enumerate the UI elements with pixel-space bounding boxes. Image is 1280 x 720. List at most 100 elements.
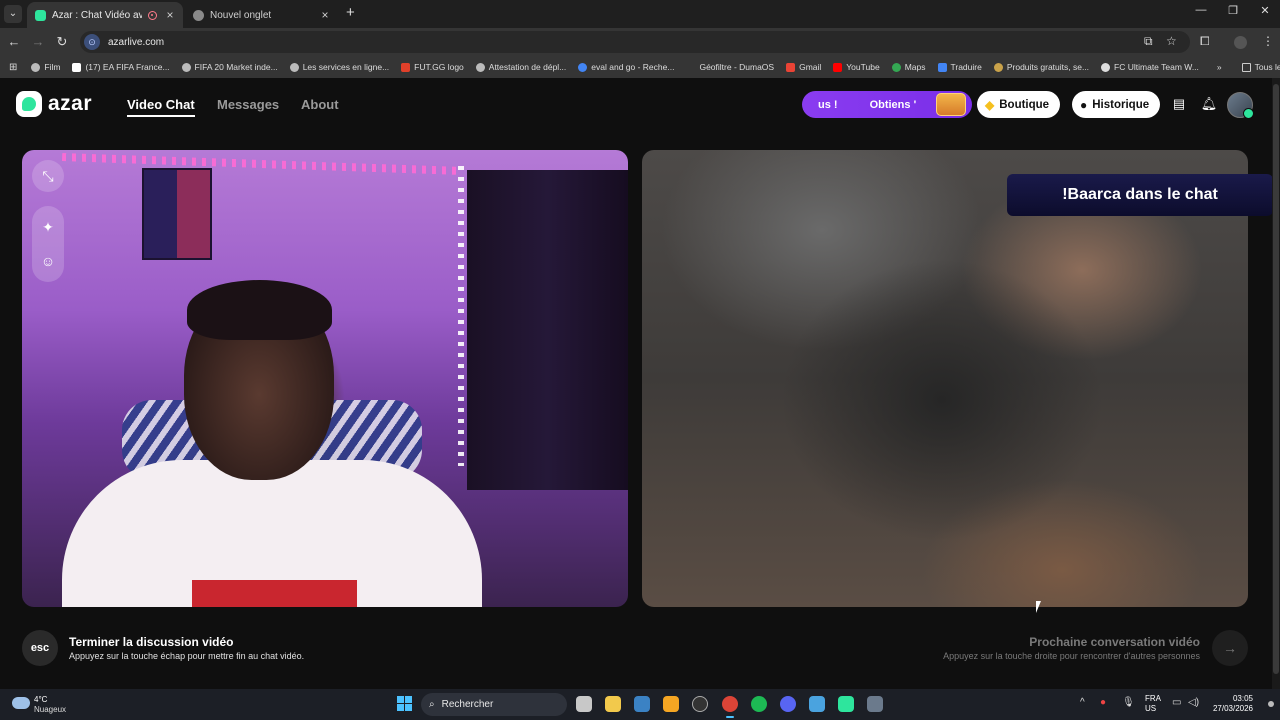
azar-app-icon[interactable] [838,696,854,712]
all-bookmarks[interactable]: Tous les favoris [1241,62,1280,72]
esc-button[interactable]: esc [22,630,58,666]
new-tab-button[interactable]: + [346,5,355,21]
notification-dot[interactable] [1268,701,1274,707]
address-bar[interactable]: ⊙ azarlive.com [80,31,1190,53]
windows-start-icon[interactable] [397,696,412,711]
bookmark-item[interactable]: YouTube [833,62,880,72]
globe-icon [475,62,485,72]
x-icon [72,62,82,72]
apps-grid-icon[interactable]: ⊞ [9,62,17,73]
tab-search-button[interactable]: ⌄ [4,5,22,23]
azar-logo[interactable]: azar [16,91,92,117]
menu-icon[interactable]: ⋮ [1262,34,1274,48]
extensions-icon[interactable]: ⧠ [1200,34,1210,49]
wall-poster [142,168,212,260]
profile-icon[interactable] [1234,36,1247,49]
magic-wand-icon[interactable]: ✦ [32,210,64,244]
bookmark-item[interactable]: Géofiltre - DumaOS [686,62,774,72]
next-arrow-button[interactable]: → [1212,630,1248,666]
lang-code: FRA [1145,694,1161,703]
translate-icon [937,62,947,72]
more-bookmarks-icon[interactable]: » [1217,62,1222,72]
bookmark-item[interactable]: FIFA 20 Market inde... [181,62,278,72]
browser-toolbar: ← → ↻ ⊙ azarlive.com ⧉ ☆ ⧠ ⋮ [0,28,1280,56]
maps-icon [891,62,901,72]
notification-bell-icon[interactable]: 🔔︎ [1197,92,1221,116]
language-indicator[interactable]: FRA US [1145,694,1161,714]
bookmark-item[interactable]: Film [31,62,60,72]
task-view-icon[interactable] [576,696,592,712]
globe-icon [31,62,41,72]
system-clock[interactable]: 03:05 27/03/2026 [1208,694,1253,714]
discord-icon[interactable] [780,696,796,712]
file-explorer-icon[interactable] [605,696,621,712]
bookmark-star-icon[interactable]: ☆ [1166,34,1177,48]
close-window-button[interactable]: ✕ [1250,4,1280,17]
spotify-icon[interactable] [751,696,767,712]
recording-icon [148,10,157,20]
browser-tab-strip: ⌄ Azar : Chat Vidéo avec de n × Nouvel o… [0,0,1280,28]
remote-video [642,150,1248,607]
geofiltre-icon [686,63,695,72]
promo-banner[interactable]: us ! Obtiens ' [802,91,972,118]
steam-icon[interactable] [692,696,708,712]
cloud-icon[interactable] [12,697,30,709]
tab-title: Nouvel onglet [210,9,272,21]
network-icon[interactable]: ▭ [1172,697,1181,708]
face-filter-icon[interactable]: ☺ [32,244,64,278]
bookmark-item[interactable]: Gmail [786,62,821,72]
bookmark-item[interactable]: Attestation de dépl... [475,62,566,72]
promo-text-left: us ! [818,98,838,111]
bookmark-item[interactable]: FC Ultimate Team W... [1101,62,1199,72]
bookmark-item[interactable]: Maps [891,62,926,72]
notepad-icon[interactable] [809,696,825,712]
app-icon[interactable] [663,696,679,712]
shirt-print [192,580,357,607]
show-hidden-icons[interactable]: ^ [1080,697,1085,708]
search-placeholder: Rechercher [441,699,494,710]
calculator-icon[interactable] [867,696,883,712]
bookmark-item[interactable]: Produits gratuits, se... [993,62,1089,72]
forward-button[interactable]: → [30,34,46,50]
person-hair [187,280,332,340]
user-avatar[interactable] [1227,92,1254,119]
folder-icon [1241,62,1251,72]
historique-button[interactable]: ● Historique [1072,91,1161,118]
chrome-favicon-icon [193,9,204,21]
minimize-video-icon[interactable]: ⤡ [32,160,64,192]
minimize-button[interactable]: — [1186,4,1216,16]
microphone-icon[interactable]: 🎙︎ [1122,697,1135,708]
bookmark-item[interactable]: eval and go - Reche... [578,62,674,72]
tray-app-icon[interactable]: ● [1100,697,1106,708]
site-info-icon[interactable]: ⊙ [84,34,100,50]
cast-icon[interactable]: ⧉ [1144,34,1153,49]
bookmark-item[interactable]: Traduire [937,62,982,72]
nav-about[interactable]: About [301,97,339,112]
futgg-icon [401,62,411,72]
scrollbar-thumb[interactable] [1273,84,1279,674]
nav-messages[interactable]: Messages [217,97,279,112]
search-icon: ⌕ [429,699,435,710]
close-tab-icon[interactable]: × [163,8,177,22]
chrome-icon[interactable] [722,696,738,718]
azar-logo-icon [16,91,42,117]
bookmark-item[interactable]: Les services en ligne... [289,62,389,72]
promo-text-right: Obtiens ' [869,98,917,111]
inventory-icon[interactable]: ▤ [1167,92,1191,116]
reload-button[interactable]: ↻ [54,34,70,50]
restore-button[interactable]: ❐ [1218,4,1248,17]
tab-azar[interactable]: Azar : Chat Vidéo avec de n × [27,2,183,28]
volume-icon[interactable]: ◁) [1188,697,1199,708]
tab-new-tab[interactable]: Nouvel onglet × [185,2,338,28]
nav-video-chat[interactable]: Video Chat [127,97,195,117]
boutique-button[interactable]: ◆ Boutique [977,91,1061,118]
bookmark-item[interactable]: (17) EA FIFA France... [72,62,170,72]
taskbar-search[interactable]: ⌕ Rechercher [421,693,567,716]
close-tab-icon[interactable]: × [318,8,332,22]
date: 27/03/2026 [1212,704,1253,713]
next-chat-hint: Appuyez sur la touche droite pour rencon… [943,651,1200,661]
bookmark-item[interactable]: FUT.GG logo [401,62,464,72]
store-icon[interactable] [634,696,650,712]
back-button[interactable]: ← [6,34,22,50]
url-text: azarlive.com [108,36,165,48]
